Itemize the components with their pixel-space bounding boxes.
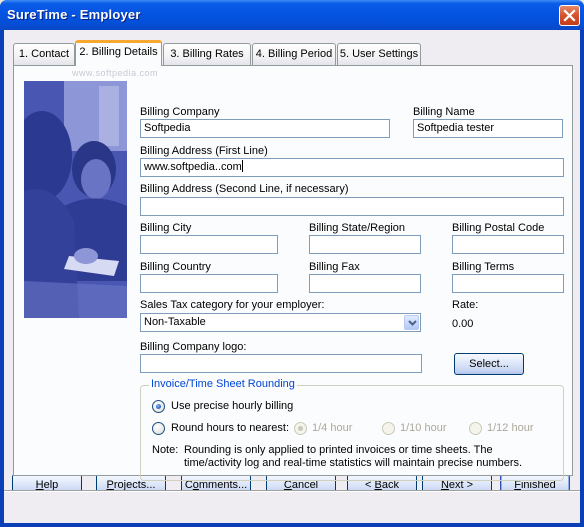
logo-label: Billing Company logo: xyxy=(140,341,247,353)
sales-tax-selected: Non-Taxable xyxy=(144,316,206,328)
tab-billing-rates[interactable]: 3. Billing Rates xyxy=(163,43,251,65)
chevron-down-icon xyxy=(408,320,417,326)
sales-tax-label: Sales Tax category for your employer: xyxy=(140,299,325,311)
note-line1: Rounding is only applied to printed invo… xyxy=(184,444,493,456)
country-input[interactable] xyxy=(140,274,278,293)
country-label: Billing Country xyxy=(140,261,211,273)
tab-user-settings[interactable]: 5. User Settings xyxy=(337,43,421,65)
postal-code-input[interactable] xyxy=(452,235,564,254)
city-input[interactable] xyxy=(140,235,278,254)
photo-illustration xyxy=(24,81,127,318)
select-logo-button[interactable]: Select... xyxy=(454,353,524,375)
postal-code-label: Billing Postal Code xyxy=(452,222,545,234)
logo-input[interactable] xyxy=(140,354,422,373)
sales-tax-select[interactable]: Non-Taxable xyxy=(140,313,421,332)
rate-label: Rate: xyxy=(452,299,479,311)
note-prefix: Note: xyxy=(152,444,179,456)
tab-billing-period[interactable]: 4. Billing Period xyxy=(252,43,336,65)
address-line1-input[interactable]: www.softpedia..com xyxy=(140,158,564,177)
rounding-group-title: Invoice/Time Sheet Rounding xyxy=(149,378,297,390)
close-icon xyxy=(563,9,576,22)
terms-input[interactable] xyxy=(452,274,564,293)
billing-details-panel: www.softpedia.com Billing Company Softpe… xyxy=(13,65,573,481)
fax-input[interactable] xyxy=(309,274,421,293)
billing-company-label: Billing Company xyxy=(140,106,220,118)
window-title: SureTime - Employer xyxy=(7,7,141,22)
client-area: 1. Contact 2. Billing Details 3. Billing… xyxy=(4,30,580,523)
address-line2-input[interactable] xyxy=(140,197,564,216)
tab-contact[interactable]: 1. Contact xyxy=(13,43,75,65)
address-line2-label: Billing Address (Second Line, if necessa… xyxy=(140,183,349,195)
precise-billing-radio[interactable] xyxy=(152,400,165,413)
city-label: Billing City xyxy=(140,222,192,234)
round-hours-label[interactable]: Round hours to nearest: xyxy=(171,422,289,434)
dropdown-button[interactable] xyxy=(404,315,419,330)
state-label: Billing State/Region xyxy=(309,222,406,234)
tab-billing-details[interactable]: 2. Billing Details xyxy=(75,40,162,66)
fax-label: Billing Fax xyxy=(309,261,360,273)
office-photo xyxy=(24,81,127,318)
billing-name-input[interactable]: Softpedia tester xyxy=(413,119,563,138)
quarter-hour-label: 1/4 hour xyxy=(312,422,353,434)
billing-company-input[interactable]: Softpedia xyxy=(140,119,390,138)
watermark: www.softpedia.com xyxy=(72,68,159,78)
employer-window: SureTime - Employer 1. Contact 2. Billin… xyxy=(0,0,584,527)
state-input[interactable] xyxy=(309,235,421,254)
rounding-group: Invoice/Time Sheet Rounding Use precise … xyxy=(140,378,564,481)
close-button[interactable] xyxy=(559,5,580,26)
text-caret xyxy=(241,160,243,172)
tenth-hour-label: 1/10 hour xyxy=(400,422,447,434)
address-line1-value: www.softpedia..com xyxy=(144,161,242,173)
billing-name-label: Billing Name xyxy=(413,106,475,118)
address-line1-label: Billing Address (First Line) xyxy=(140,145,268,157)
round-hours-radio[interactable] xyxy=(152,422,165,435)
status-bar xyxy=(4,491,580,523)
precise-billing-label[interactable]: Use precise hourly billing xyxy=(171,400,293,412)
twelfth-hour-label: 1/12 hour xyxy=(487,422,534,434)
note-line2: time/activity log and real-time statisti… xyxy=(184,457,523,469)
terms-label: Billing Terms xyxy=(452,261,515,273)
twelfth-hour-radio[interactable] xyxy=(469,422,482,435)
tenth-hour-radio[interactable] xyxy=(382,422,395,435)
rate-value: 0.00 xyxy=(452,318,474,330)
quarter-hour-radio[interactable] xyxy=(294,422,307,435)
title-bar[interactable]: SureTime - Employer xyxy=(0,0,584,30)
